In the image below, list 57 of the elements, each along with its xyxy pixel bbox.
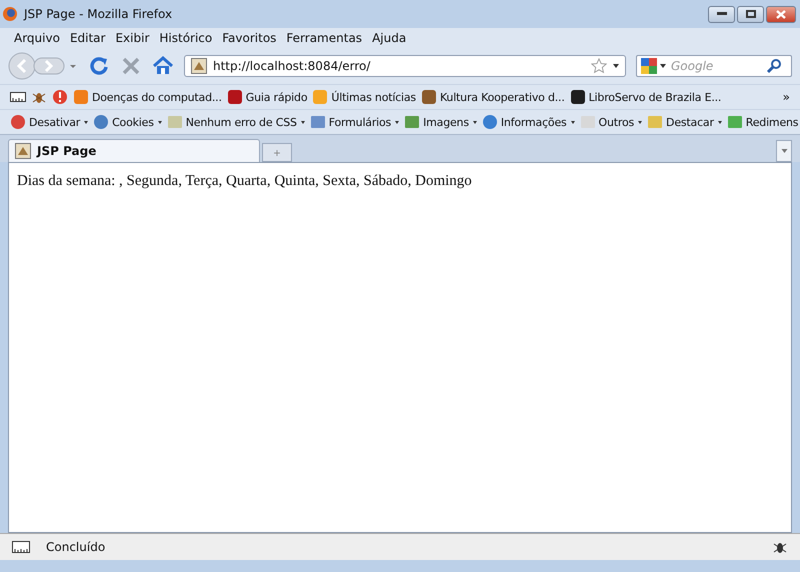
toolbar-menu[interactable]: Formulários xyxy=(310,114,400,130)
ruler-icon[interactable] xyxy=(12,539,30,555)
dropdown-icon xyxy=(158,120,162,124)
bookmark-item[interactable]: LibroServo de Brazila E... xyxy=(570,89,722,105)
toolbar-menu[interactable]: Imagens xyxy=(404,114,477,130)
bookmark-item[interactable]: Doenças do computad... xyxy=(73,89,222,105)
page-text: Dias da semana: , Segunda, Terça, Quarta, Quinta, Sexta, Sábado, Domingo xyxy=(17,173,473,190)
maximize-button[interactable] xyxy=(737,6,764,22)
close-icon xyxy=(776,10,786,18)
address-bar[interactable]: http://localhost:8084/erro/ xyxy=(184,55,626,77)
browser-tab[interactable]: JSP Page xyxy=(8,139,260,162)
menu-item[interactable]: Favoritos xyxy=(222,31,276,45)
firefox-icon xyxy=(2,6,18,22)
reload-icon[interactable] xyxy=(88,55,110,77)
bookmark-item[interactable]: Últimas notícias xyxy=(312,89,416,105)
menu-item[interactable]: Exibir xyxy=(115,31,150,45)
dropdown-icon xyxy=(472,120,477,124)
toolbar-menu[interactable]: Nenhum erro de CSS xyxy=(166,114,305,130)
toolbar-menu[interactable]: Redimens xyxy=(726,114,798,130)
bookmark-item[interactable]: Kultura Kooperativo d... xyxy=(420,89,565,105)
toolbar-menu[interactable]: Destacar xyxy=(647,114,722,130)
dropdown-icon xyxy=(780,149,788,153)
menu-item[interactable]: Histórico xyxy=(159,31,212,45)
window-title: JSP Page - Mozilla Firefox xyxy=(24,7,172,21)
toolbar-menu[interactable]: Outros xyxy=(580,114,642,130)
dropdown-icon xyxy=(570,120,575,124)
dropdown-icon[interactable] xyxy=(660,64,666,68)
search-field[interactable]: Google xyxy=(669,58,763,74)
menu-item[interactable]: Ferramentas xyxy=(286,31,362,45)
dropdown-icon xyxy=(638,120,642,124)
menu-item[interactable]: Arquivo xyxy=(14,31,60,45)
toolbar-menu[interactable]: Desativar xyxy=(10,114,88,130)
menu-item[interactable]: Ajuda xyxy=(372,31,406,45)
star-icon[interactable] xyxy=(591,58,607,74)
toolbar-menu[interactable]: Informações xyxy=(482,114,575,130)
page-icon xyxy=(191,58,207,74)
alert-icon[interactable] xyxy=(52,89,68,105)
dropdown-icon xyxy=(84,120,88,124)
dropdown-icon xyxy=(718,120,722,124)
ruler-icon[interactable] xyxy=(10,89,26,105)
dropdown-icon xyxy=(395,120,400,124)
bookmark-item[interactable]: Guia rápido xyxy=(226,89,308,105)
home-icon[interactable] xyxy=(152,55,174,77)
page-icon xyxy=(15,143,31,159)
search-icon[interactable] xyxy=(766,58,782,74)
dropdown-icon xyxy=(300,120,305,124)
minimize-button[interactable] xyxy=(708,6,735,22)
maximize-icon xyxy=(746,10,756,18)
search-bar[interactable]: Google xyxy=(636,55,792,77)
status-text: Concluído xyxy=(46,540,106,554)
menu-item[interactable]: Editar xyxy=(70,31,106,45)
close-button[interactable] xyxy=(766,6,796,22)
more-bookmarks-button[interactable]: » xyxy=(782,90,790,104)
minimize-icon xyxy=(716,12,726,16)
dropdown-icon[interactable] xyxy=(613,64,619,68)
toolbar-menu[interactable]: Cookies xyxy=(93,114,162,130)
tab-list-button[interactable] xyxy=(776,140,792,162)
